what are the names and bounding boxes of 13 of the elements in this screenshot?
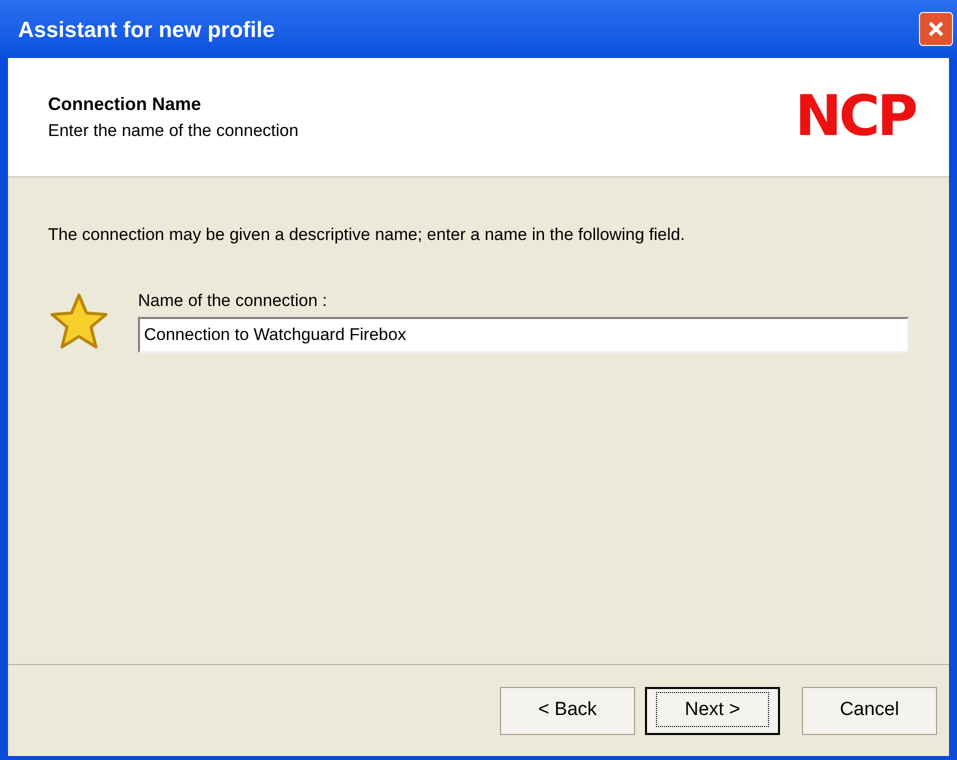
wizard-button[interactable]: Next > <box>645 686 780 734</box>
close-button[interactable] <box>919 12 953 46</box>
page-subtitle: Enter the name of the connection <box>48 120 298 142</box>
window-title: Assistant for new profile <box>18 16 275 44</box>
star-icon <box>48 292 110 352</box>
connection-name-field[interactable]: Connection to Watchguard Firebox <box>138 317 909 353</box>
field-label: Name of the connection : <box>138 290 328 312</box>
description-text: The connection may be given a descriptive name; enter a name in the following field. <box>48 224 686 246</box>
wizard-button[interactable]: < Back <box>500 686 635 734</box>
wizard-button[interactable]: Cancel <box>802 686 937 734</box>
logo: NCP <box>794 83 916 151</box>
close-icon <box>927 20 945 38</box>
page-title: Connection Name <box>48 92 202 116</box>
